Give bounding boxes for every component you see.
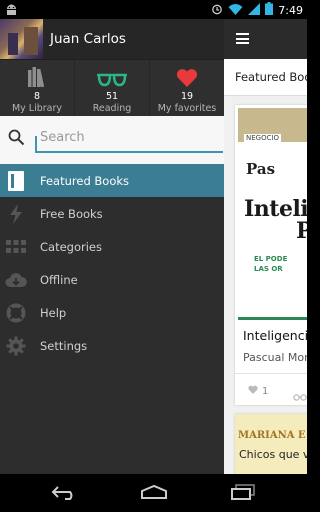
stat-label: My favorites [157,103,217,114]
action-bar [224,19,307,59]
cell-signal-icon [248,2,261,18]
cover-subtitle: EL PODE LAS OR [254,254,287,274]
user-name: Juan Carlos [50,31,126,47]
system-navigation-bar [0,474,307,512]
menu-item-free-books[interactable]: Free Books [0,197,224,230]
menu-item-label: Categories [40,239,102,254]
stat-my-library[interactable]: 8 My Library [0,60,74,116]
next-book-cover [235,414,307,474]
next-book-title: Chicos que v [239,448,307,461]
likes-value: 1 [262,385,269,397]
card-divider [235,373,307,374]
section-title: Featured Books [224,59,307,96]
navigation-drawer: Juan Carlos 8 My Library 51 Reading 19 M… [0,19,224,474]
drawer-menu: Featured Books Free Books Categories Off… [0,164,224,362]
search-bar [0,116,224,164]
glasses-small-icon[interactable] [293,386,307,405]
recent-apps-button[interactable] [230,484,256,504]
menu-item-featured-books[interactable]: Featured Books [0,164,224,197]
glasses-icon [75,65,149,87]
menu-item-settings[interactable]: Settings [0,329,224,362]
stats-row: 8 My Library 51 Reading 19 My favorites [0,59,224,116]
stat-label: Reading [92,103,132,114]
grid-icon [5,236,27,258]
featured-book-card[interactable]: NEGOCIO Pas Intelig Po EL PODE LAS OR In… [235,105,307,405]
cover-author: Pas [246,160,276,178]
next-book-card[interactable]: MARIANA E Chicos que v [235,414,307,474]
cloud-download-icon [5,269,27,291]
home-button[interactable] [140,484,168,504]
stat-my-favorites[interactable]: 19 My favorites [149,60,224,116]
user-profile-header[interactable]: Juan Carlos [0,19,224,59]
menu-item-label: Offline [40,272,78,287]
menu-item-help[interactable]: Help [0,296,224,329]
heart-outline-icon [248,385,258,397]
menu-item-label: Featured Books [40,173,130,188]
menu-item-categories[interactable]: Categories [0,230,224,263]
stat-count: 8 [33,91,41,102]
bookshelf-icon [0,65,74,87]
stat-count: 19 [180,91,194,102]
menu-item-label: Free Books [40,206,103,221]
main-content: Featured Books NEGOCIO Pas Intelig Po EL… [224,19,307,474]
back-button[interactable] [51,484,77,504]
book-cover[interactable]: NEGOCIO Pas Intelig Po EL PODE LAS OR [238,108,307,320]
cover-logo: NEGOCIO [244,134,282,142]
menu-item-label: Settings [40,338,88,353]
likes-count[interactable]: 1 [248,385,268,397]
avatar[interactable] [0,19,43,59]
book-author[interactable]: Pascual Mont [243,351,307,364]
battery-icon [265,2,274,18]
stat-label: My Library [11,103,63,114]
status-bar: 7:49 [0,0,307,19]
heart-icon [150,65,224,87]
cover-title-line2: Po [296,218,307,244]
text-cursor [35,136,37,151]
stat-count: 51 [105,91,119,102]
lightning-icon [5,203,27,225]
screen: 7:49 Featured Books NEGOCIO Pas Intelig … [0,0,307,512]
menu-item-label: Help [40,305,67,320]
search-input[interactable] [35,126,223,153]
menu-item-offline[interactable]: Offline [0,263,224,296]
wifi-icon [228,3,243,18]
stat-reading[interactable]: 51 Reading [74,60,149,116]
alarm-icon [211,3,223,18]
lifebuoy-icon [5,302,27,324]
clock-time: 7:49 [278,3,303,17]
menu-hamburger-icon[interactable] [236,33,249,44]
cover-subtitle-line1: EL PODE [254,255,288,263]
search-icon[interactable] [8,129,25,150]
gear-icon [5,335,27,357]
featured-book-icon [5,170,27,192]
status-icons: 7:49 [211,2,303,18]
cover-subtitle-line2: LAS OR [254,265,283,273]
next-book-cover-author: MARIANA E [238,430,306,441]
book-title[interactable]: Inteligencia [243,328,307,343]
android-debug-icon [5,3,18,18]
